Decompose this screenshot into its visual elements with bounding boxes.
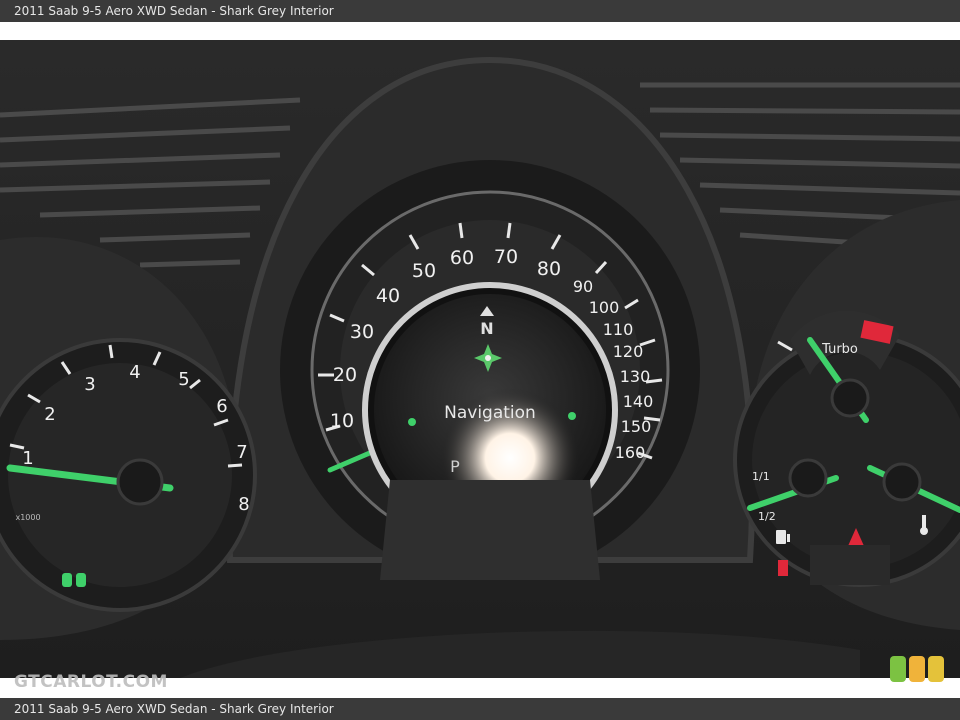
speed-tick-160: 160 (615, 443, 646, 462)
rpm-unit-label: x1000 (15, 513, 40, 522)
gear-indicator: P (450, 457, 460, 476)
white-strip (0, 22, 960, 40)
speed-tick-80: 80 (537, 258, 561, 280)
right-indicator-dot (568, 412, 576, 420)
speed-tick-10: 10 (330, 410, 354, 432)
speed-tick-50: 50 (412, 260, 436, 282)
turbo-hub (830, 378, 870, 418)
navigation-label: Navigation (444, 403, 536, 423)
speed-tick-20: 20 (333, 364, 357, 386)
speed-tick-110: 110 (603, 320, 634, 339)
speed-tick-100: 100 (589, 298, 620, 317)
rpm-tick-3: 3 (84, 374, 95, 395)
lower-warning-panel (810, 545, 890, 585)
compass-north-label: N (480, 319, 493, 338)
rpm-tick-2: 2 (44, 404, 55, 425)
caption-bar-bottom: 2011 Saab 9-5 Aero XWD Sedan - Shark Gre… (0, 698, 960, 720)
rpm-tick-6: 6 (216, 396, 227, 417)
logo-square-green (890, 656, 906, 682)
speed-tick-70: 70 (494, 246, 518, 268)
speed-tick-140: 140 (623, 392, 654, 411)
rpm-tick-7: 7 (236, 442, 247, 463)
temp-hub (882, 462, 922, 502)
rpm-tick-1: 1 (22, 448, 33, 469)
rpm-tick-8: 8 (238, 494, 249, 515)
caption-bottom: 2011 Saab 9-5 Aero XWD Sedan - Shark Gre… (14, 702, 334, 716)
speed-tick-30: 30 (350, 321, 374, 343)
speed-tick-150: 150 (621, 417, 652, 436)
rpm-tick-4: 4 (129, 362, 140, 383)
watermark: GTCARLOT.COM (14, 672, 168, 692)
fuel-full-label: 1/1 (752, 470, 770, 483)
speed-tick-90: 90 (573, 277, 593, 296)
logo-square-orange (909, 656, 925, 682)
turbo-label: Turbo (821, 342, 858, 357)
rpm-tick-5: 5 (178, 369, 189, 390)
display-stand (380, 480, 600, 580)
caption-top: 2011 Saab 9-5 Aero XWD Sedan - Shark Gre… (14, 4, 334, 18)
speed-tick-40: 40 (376, 285, 400, 307)
caption-bar-top: 2011 Saab 9-5 Aero XWD Sedan - Shark Gre… (0, 0, 960, 22)
dashboard-illustration: 10 20 30 40 50 60 70 80 90 100 110 120 1… (0, 40, 960, 678)
fuel-hub (788, 458, 828, 498)
logo-square-yellow (928, 656, 944, 682)
speed-tick-120: 120 (613, 342, 644, 361)
dashboard-photo: 10 20 30 40 50 60 70 80 90 100 110 120 1… (0, 40, 960, 678)
speed-tick-60: 60 (450, 247, 474, 269)
left-indicator-dot (408, 418, 416, 426)
fuel-low-zone (778, 560, 788, 576)
site-logo (890, 656, 944, 682)
tachometer-hub (116, 458, 164, 506)
speed-tick-130: 130 (620, 367, 651, 386)
fuel-half-label: 1/2 (758, 510, 776, 523)
